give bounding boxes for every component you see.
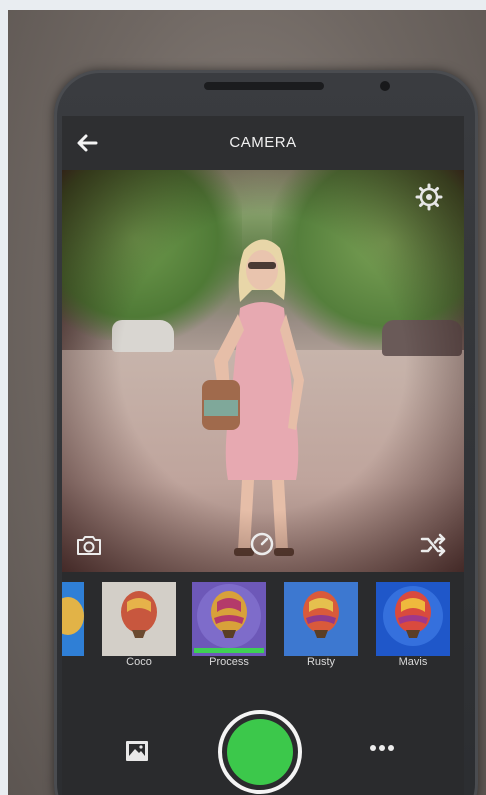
filter-strip[interactable]: Coco Process Rusty Mavis [62,572,464,668]
phone-front-camera [380,81,390,91]
gallery-button[interactable] [122,736,152,766]
switch-camera-button[interactable] [74,530,104,560]
more-options-button[interactable] [362,728,402,768]
filter-item-rusty[interactable]: Rusty [284,582,358,668]
shutter-button[interactable] [218,710,302,794]
phone-speaker [204,82,324,90]
filter-label: Rusty [306,656,336,668]
balloon-thumbnail [284,582,358,656]
vignette-overlay [62,170,464,572]
timer-icon [250,532,274,556]
app-screen: CAMERA Coco Process Rusty Mavis [62,116,464,795]
filter-label: Process [209,656,249,668]
filter-item-partial[interactable] [62,582,84,666]
top-bar: CAMERA [62,116,464,170]
timer-button[interactable] [247,528,277,558]
filter-label: Mavis [398,656,428,668]
selected-filter-indicator [194,648,264,653]
bottom-controls [62,668,464,795]
balloon-thumbnail [62,582,84,656]
balloon-thumbnail [376,582,450,656]
gear-icon [415,183,443,211]
more-dots-icon [370,745,394,751]
camera-viewfinder[interactable] [62,170,464,572]
balloon-thumbnail [102,582,176,656]
gallery-icon [126,741,148,761]
filter-item-process[interactable]: Process [192,582,266,668]
page-title: CAMERA [229,134,297,151]
balloon-thumbnail [192,582,266,656]
shutter-button-fill [227,719,293,785]
settings-button[interactable] [414,182,444,212]
filter-label: Coco [126,656,152,668]
filter-item-mavis[interactable]: Mavis [376,582,450,668]
filter-item-coco[interactable]: Coco [102,582,176,668]
shuffle-filter-button[interactable] [418,530,448,560]
shuffle-icon [420,533,446,557]
camera-switch-icon [77,536,101,555]
